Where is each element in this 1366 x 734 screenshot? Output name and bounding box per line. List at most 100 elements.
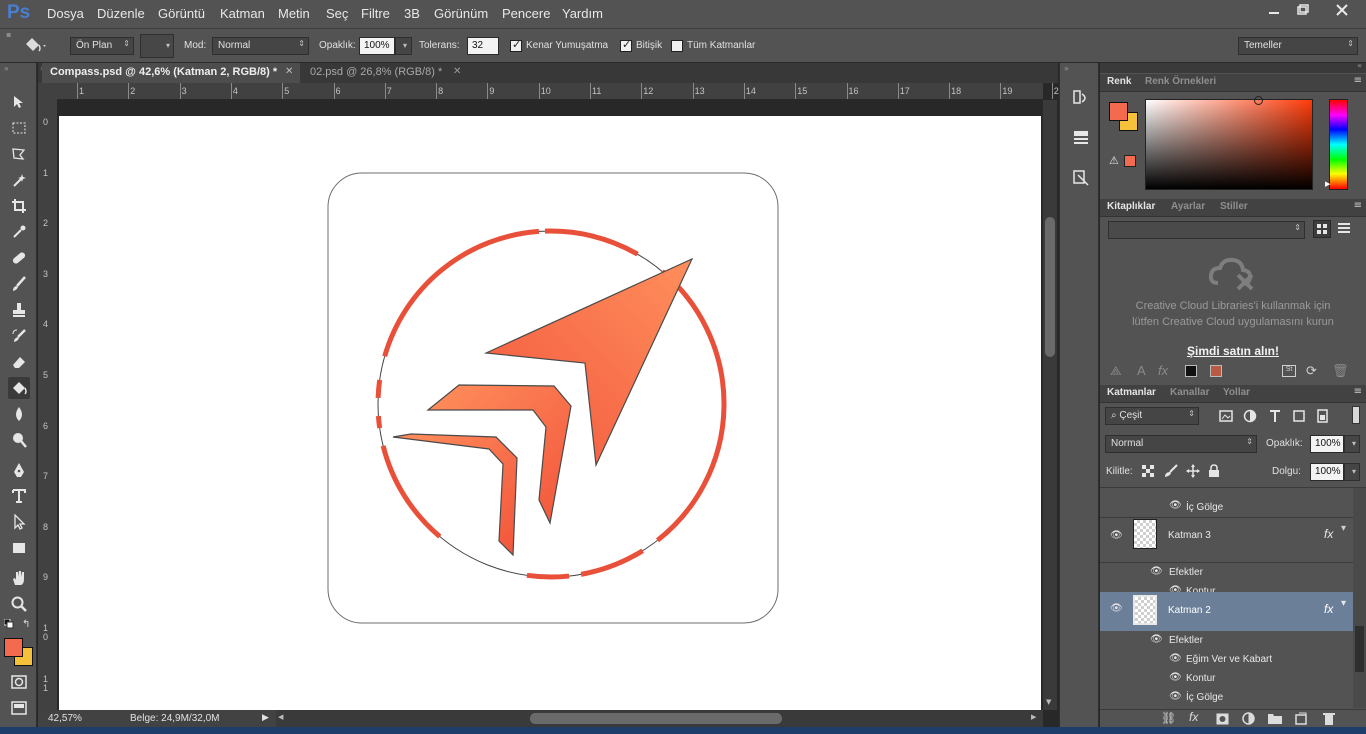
scroll-right-icon[interactable]: ▶ — [1031, 713, 1036, 721]
new-layer-icon[interactable] — [1295, 712, 1307, 725]
crop-tool-icon[interactable] — [8, 195, 30, 217]
mode-dropdown[interactable]: Normal ⇕ — [212, 37, 309, 55]
screen-mode-icon[interactable] — [8, 697, 30, 719]
layer-name[interactable]: Katman 3 — [1168, 530, 1211, 541]
menu-3d[interactable]: 3B — [404, 6, 420, 21]
vertical-scroll-thumb[interactable] — [1045, 217, 1055, 357]
marquee-tool-icon[interactable] — [8, 117, 30, 139]
move-tool-icon[interactable] — [8, 91, 30, 113]
hue-slider-handle[interactable]: ▶ — [1325, 180, 1330, 188]
minimize-icon[interactable] — [1259, 0, 1289, 20]
contiguous-checkbox[interactable] — [620, 38, 632, 52]
menu-filter[interactable]: Filtre — [361, 6, 390, 21]
tab-color[interactable]: Renk — [1107, 76, 1131, 87]
blur-tool-icon[interactable] — [8, 403, 30, 425]
layer-effect-row[interactable]: 👁 Eğim Ver ve Kabart — [1100, 650, 1353, 669]
menu-type[interactable]: Metin — [278, 6, 310, 21]
anti-alias-checkbox[interactable] — [510, 38, 522, 52]
ruler-vertical[interactable]: 0 1 2 3 4 5 6 7 8 9 10 11 — [38, 100, 57, 710]
layer-fill-input[interactable]: 100% — [1310, 463, 1344, 481]
layer-opacity-slider-toggle[interactable]: ▾ — [1344, 435, 1360, 453]
foreground-color-swatch[interactable] — [4, 638, 23, 657]
layer-effect-row[interactable]: 👁 İç Gölge — [1100, 688, 1353, 707]
filter-pixel-icon[interactable] — [1219, 409, 1233, 423]
history-panel-icon[interactable] — [1072, 89, 1090, 107]
filter-adjustment-icon[interactable] — [1243, 409, 1257, 423]
lock-image-pixels-icon[interactable] — [1164, 464, 1178, 478]
tab-02-psd[interactable]: 02.psd @ 26,8% (RGB/8) * — [302, 63, 478, 83]
rectangle-tool-icon[interactable] — [8, 537, 30, 559]
dodge-tool-icon[interactable] — [8, 429, 30, 451]
tab-libraries[interactable]: Kitaplıklar — [1107, 201, 1155, 212]
eye-icon[interactable]: 👁 — [1110, 530, 1123, 541]
eye-icon[interactable]: 👁 — [1150, 634, 1163, 645]
filter-type-icon[interactable] — [1268, 409, 1282, 423]
link-layers-icon[interactable]: ⛓ — [1161, 711, 1176, 725]
opacity-input[interactable]: 100% — [359, 37, 395, 55]
menu-view[interactable]: Görünüm — [434, 6, 488, 21]
healing-brush-tool-icon[interactable] — [8, 247, 30, 269]
layer-filter-dropdown[interactable]: ⌕ Çeşit ⇕ — [1105, 407, 1199, 425]
layer-opacity-input[interactable]: 100% — [1310, 435, 1344, 453]
vertical-scrollbar[interactable]: ▼ — [1043, 100, 1057, 710]
fill-source-dropdown[interactable]: Ön Plan ⇕ — [70, 37, 134, 55]
status-menu-icon[interactable]: ▶ — [262, 712, 269, 723]
tab-adjustments[interactable]: Ayarlar — [1171, 201, 1205, 212]
document-canvas[interactable] — [59, 116, 1041, 710]
eye-icon[interactable]: 👁 — [1110, 603, 1123, 614]
tab-layers[interactable]: Katmanlar — [1107, 387, 1156, 398]
sync-icon[interactable]: ⟳ — [1306, 363, 1317, 379]
lock-all-icon[interactable] — [1208, 464, 1220, 478]
menu-file[interactable]: Dosya — [47, 6, 84, 21]
brush-tool-icon[interactable] — [8, 273, 30, 295]
layer-effect-row[interactable]: 👁 Kontur — [1100, 669, 1353, 688]
eye-icon[interactable]: 👁 — [1169, 500, 1182, 511]
tab-styles[interactable]: Stiller — [1220, 201, 1248, 212]
lock-position-icon[interactable] — [1186, 464, 1200, 478]
layer-effects-group-row[interactable]: 👁 Efektler — [1100, 563, 1353, 582]
menu-edit[interactable]: Düzenle — [97, 6, 145, 21]
add-layer-style-icon[interactable]: fx — [1189, 710, 1198, 724]
panel-menu-icon[interactable]: ≡ — [1354, 386, 1362, 397]
eyedropper-tool-icon[interactable] — [8, 221, 30, 243]
clone-stamp-tool-icon[interactable] — [8, 299, 30, 321]
scroll-down-icon[interactable]: ▼ — [1046, 698, 1051, 706]
layer-row-selected[interactable]: 👁 Katman 2 fx ▾ — [1100, 592, 1353, 631]
color-picker-cursor[interactable] — [1254, 96, 1263, 105]
restore-icon[interactable] — [1288, 0, 1318, 20]
layer-name[interactable]: Katman 2 — [1168, 605, 1211, 616]
grid-view-icon[interactable] — [1313, 220, 1331, 238]
collapse-tools-icon[interactable]: » — [4, 64, 9, 73]
collapse-panels-icon[interactable]: « — [1357, 61, 1362, 70]
workspace-dropdown[interactable]: Temeller ⇕ — [1238, 37, 1358, 55]
hand-tool-icon[interactable] — [8, 567, 30, 589]
opacity-slider-toggle[interactable]: ▾ — [395, 37, 412, 55]
history-brush-tool-icon[interactable] — [8, 325, 30, 347]
menu-help[interactable]: Yardım — [562, 6, 603, 21]
delete-layer-icon[interactable] — [1323, 712, 1335, 725]
type-tool-icon[interactable] — [8, 485, 30, 507]
panel-menu-icon[interactable]: ≡ — [1354, 75, 1362, 86]
magic-wand-tool-icon[interactable] — [8, 169, 30, 191]
tab-close-icon[interactable]: ✕ — [453, 66, 461, 77]
new-group-icon[interactable] — [1268, 713, 1282, 724]
ruler-horizontal[interactable]: 1 2 3 4 5 6 7 8 9 10 11 12 13 14 15 16 17 18 19 2 — [57, 83, 1059, 100]
all-layers-checkbox[interactable] — [671, 40, 683, 52]
tolerance-input[interactable]: 32 — [467, 37, 499, 55]
layer-fill-slider-toggle[interactable]: ▾ — [1344, 463, 1360, 481]
eye-icon[interactable]: 👁 — [1169, 653, 1182, 664]
horizontal-scrollbar[interactable]: ◀ ▶ — [276, 710, 1043, 727]
quick-mask-icon[interactable] — [8, 671, 30, 693]
zoom-tool-icon[interactable] — [8, 593, 30, 615]
default-colors-icon[interactable] — [4, 619, 14, 629]
menu-image[interactable]: Görüntü — [158, 6, 205, 21]
scroll-left-icon[interactable]: ◀ — [278, 713, 283, 721]
filter-smart-object-icon[interactable] — [1316, 409, 1330, 423]
layer-effects-fx-icon[interactable]: fx — [1324, 602, 1333, 616]
menu-select[interactable]: Seç — [326, 6, 348, 21]
add-graphic-icon[interactable]: ⟁ — [1110, 363, 1122, 379]
tab-paths[interactable]: Yollar — [1223, 387, 1250, 398]
tab-channels[interactable]: Kanallar — [1170, 387, 1209, 398]
layer-effects-fx-icon[interactable]: fx — [1324, 527, 1333, 541]
adjustments-panel-icon[interactable] — [1072, 169, 1090, 187]
